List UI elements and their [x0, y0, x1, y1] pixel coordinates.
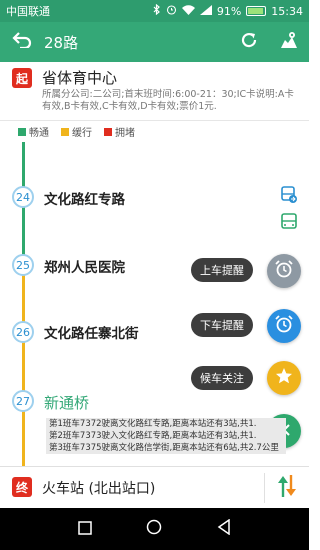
- alight-reminder-label[interactable]: 下车提醒: [191, 313, 253, 337]
- recent-apps-button[interactable]: [70, 514, 100, 544]
- divider: [264, 473, 265, 503]
- bus-arrival-item: 第3班车7375驶离文化路信学街,距离本站还有6站,共2.7公里: [49, 443, 279, 453]
- triangle-back-icon: [217, 518, 231, 539]
- battery-icon: [246, 6, 267, 16]
- legend-label-smooth: 畅通: [29, 128, 49, 139]
- square-icon: [78, 520, 92, 539]
- traffic-legend: 畅通 缓行 拥堵: [18, 124, 135, 139]
- end-station-bar: 终 火车站 (北出站口): [0, 466, 309, 508]
- home-button[interactable]: [139, 514, 169, 544]
- carrier-label: 中国联通: [6, 5, 50, 18]
- legend-item-slow: 缓行: [61, 124, 92, 139]
- bus-arrival-item: 第1班车7372驶离文化路红专路,距离本站还有3站,共1.: [49, 419, 257, 429]
- legend-swatch-smooth: [18, 127, 26, 136]
- back-arrow-icon: [12, 32, 32, 52]
- swap-direction-button[interactable]: [272, 473, 302, 503]
- clock: 15:34: [271, 4, 303, 18]
- legend-label-slow: 缓行: [72, 128, 92, 139]
- page-title: 28路: [44, 33, 79, 52]
- stop-name[interactable]: 文化路红专路: [44, 188, 125, 208]
- legend-swatch-jam: [104, 127, 112, 136]
- board-reminder-label[interactable]: 上车提醒: [191, 258, 253, 282]
- follow-label[interactable]: 候车关注: [191, 366, 253, 390]
- refresh-icon: [240, 31, 258, 53]
- alight-reminder-button[interactable]: [267, 309, 301, 343]
- back-button[interactable]: [0, 22, 44, 62]
- route-info: 所属分公司:二公司;首末班时间:6:00-21：30;IC卡说明:A卡有效,B卡…: [42, 89, 294, 112]
- divider: [0, 120, 309, 121]
- alarm-clock-icon: [274, 259, 294, 283]
- follow-button[interactable]: [267, 361, 301, 395]
- map-icon: [279, 31, 299, 53]
- stop-index: 24: [12, 186, 34, 208]
- stop-name[interactable]: 文化路任寨北街: [44, 322, 139, 342]
- end-station-name: 火车站 (北出站口): [42, 481, 156, 497]
- stop-index: 26: [12, 321, 34, 343]
- bus-arrival-item: 第2班车7373驶入文化路红专路,距离本站还有3站,共1.: [49, 431, 257, 441]
- end-badge: 终: [12, 477, 32, 497]
- stop-name[interactable]: 郑州人民医院: [44, 256, 125, 276]
- status-bar: 中国联通 91% 15:34: [0, 0, 309, 22]
- current-stop-name[interactable]: 新通桥: [44, 392, 89, 413]
- start-badge: 起: [12, 68, 32, 88]
- legend-item-jam: 拥堵: [104, 124, 135, 139]
- system-nav-bar: [0, 508, 309, 550]
- stop-index: 25: [12, 254, 34, 276]
- bus-arrival-list: 第1班车7372驶离文化路红专路,距离本站还有3站,共1. 第2班车7373驶入…: [46, 418, 286, 454]
- alarm-clock-icon: [274, 314, 294, 338]
- swap-direction-icon: [276, 473, 298, 503]
- bus-arriving-icon: [280, 186, 298, 204]
- map-button[interactable]: [269, 22, 309, 62]
- legend-label-jam: 拥堵: [115, 128, 135, 139]
- legend-swatch-slow: [61, 127, 69, 136]
- refresh-button[interactable]: [229, 22, 269, 62]
- alarm-icon: [166, 4, 177, 18]
- battery-percent: 91%: [216, 4, 242, 18]
- start-station: 起 省体育中心 所属分公司:二公司;首末班时间:6:00-21：30;IC卡说明…: [0, 62, 309, 120]
- wifi-icon: [181, 4, 195, 18]
- board-reminder-button[interactable]: [267, 254, 301, 288]
- track-segment-slow: [22, 262, 25, 466]
- signal-icon: [199, 4, 212, 18]
- stop-index: 27: [12, 390, 34, 412]
- nav-back-button[interactable]: [209, 514, 239, 544]
- bluetooth-icon: [153, 3, 161, 18]
- app-bar: 28路: [0, 22, 309, 62]
- start-station-name: 省体育中心: [42, 69, 118, 87]
- circle-icon: [146, 519, 162, 539]
- legend-item-smooth: 畅通: [18, 124, 49, 139]
- star-icon: [275, 367, 293, 389]
- bus-icon: [280, 213, 298, 231]
